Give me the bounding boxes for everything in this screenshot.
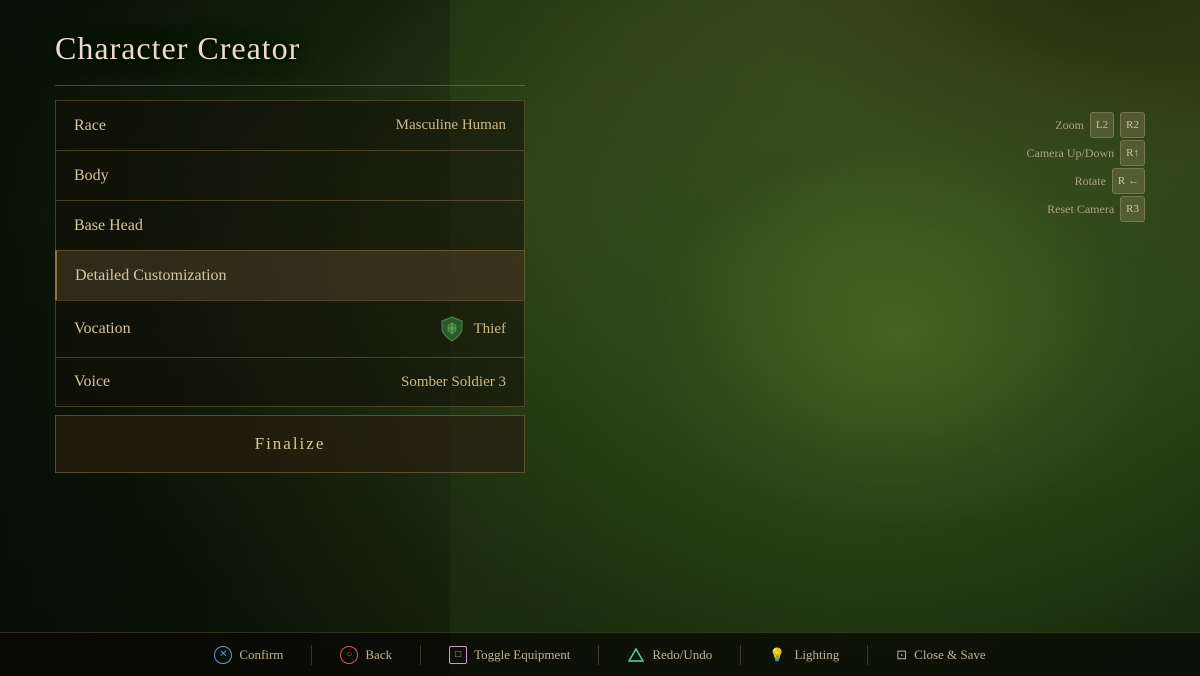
close-save-label: Close & Save xyxy=(914,647,986,663)
reset-btn: R3 xyxy=(1120,196,1145,222)
camera-controls: Zoom L2 R2 Camera Up/Down R↑ Rotate R ← … xyxy=(1027,112,1146,224)
menu-item-vocation[interactable]: Vocation Thief xyxy=(55,300,525,357)
action-confirm[interactable]: ✕ Confirm xyxy=(214,646,283,664)
voice-value: Somber Soldier 3 xyxy=(401,374,506,391)
camera-ud-label: Camera Up/Down xyxy=(1027,141,1115,165)
o-button-icon: ○ xyxy=(340,646,358,664)
action-toggle-equipment[interactable]: □ Toggle Equipment xyxy=(449,646,570,664)
race-value: Masculine Human xyxy=(396,117,506,134)
divider-1 xyxy=(311,645,312,665)
menu-item-body[interactable]: Body xyxy=(55,150,525,200)
divider-2 xyxy=(420,645,421,665)
square-button-icon: □ xyxy=(449,646,467,664)
menu-panel: Race Masculine Human Body Base Head Deta… xyxy=(55,100,525,473)
zoom-control: Zoom L2 R2 xyxy=(1027,112,1146,138)
zoom-btn-r2: R2 xyxy=(1120,112,1145,138)
rotate-label: Rotate xyxy=(1075,169,1106,193)
body-label: Body xyxy=(74,167,109,185)
menu-item-race[interactable]: Race Masculine Human xyxy=(55,100,525,150)
action-redo-undo[interactable]: Redo/Undo xyxy=(627,646,712,664)
zoom-label: Zoom xyxy=(1055,113,1084,137)
vocation-name: Thief xyxy=(474,321,506,338)
voice-label: Voice xyxy=(74,373,110,391)
confirm-label: Confirm xyxy=(239,647,283,663)
triangle-button-icon xyxy=(627,646,645,664)
action-back[interactable]: ○ Back xyxy=(340,646,392,664)
title-separator xyxy=(55,85,525,86)
close-save-icon: ⊡ xyxy=(896,647,907,663)
divider-5 xyxy=(867,645,868,665)
back-label: Back xyxy=(365,647,392,663)
vocation-label: Vocation xyxy=(74,320,131,338)
action-close-save[interactable]: ⊡ Close & Save xyxy=(896,647,985,663)
vocation-icon xyxy=(438,315,466,343)
reset-label: Reset Camera xyxy=(1047,197,1114,221)
race-label: Race xyxy=(74,117,106,135)
rotate-btn: R ← xyxy=(1112,168,1145,194)
menu-item-detailed-customization[interactable]: Detailed Customization xyxy=(55,250,525,300)
camera-ud-btn: R↑ xyxy=(1120,140,1145,166)
menu-item-voice[interactable]: Voice Somber Soldier 3 xyxy=(55,357,525,407)
action-lighting[interactable]: 💡 Lighting xyxy=(769,647,839,663)
zoom-btn-l2: L2 xyxy=(1090,112,1114,138)
finalize-button[interactable]: Finalize xyxy=(55,415,525,473)
ui-layer: Character Creator Race Masculine Human B… xyxy=(0,0,1200,676)
divider-4 xyxy=(740,645,741,665)
rotate-control: Rotate R ← xyxy=(1027,168,1146,194)
redo-undo-label: Redo/Undo xyxy=(652,647,712,663)
bottom-bar: ✕ Confirm ○ Back □ Toggle Equipment Redo… xyxy=(0,632,1200,676)
camera-ud-control: Camera Up/Down R↑ xyxy=(1027,140,1146,166)
base-head-label: Base Head xyxy=(74,217,143,235)
lighting-icon: 💡 xyxy=(769,647,785,663)
x-button-icon: ✕ xyxy=(214,646,232,664)
page-title: Character Creator xyxy=(55,30,300,67)
reset-camera-control: Reset Camera R3 xyxy=(1027,196,1146,222)
vocation-value: Thief xyxy=(438,315,506,343)
menu-item-base-head[interactable]: Base Head xyxy=(55,200,525,250)
divider-3 xyxy=(598,645,599,665)
detailed-customization-label: Detailed Customization xyxy=(75,267,227,285)
lighting-label: Lighting xyxy=(794,647,839,663)
toggle-equipment-label: Toggle Equipment xyxy=(474,647,570,663)
